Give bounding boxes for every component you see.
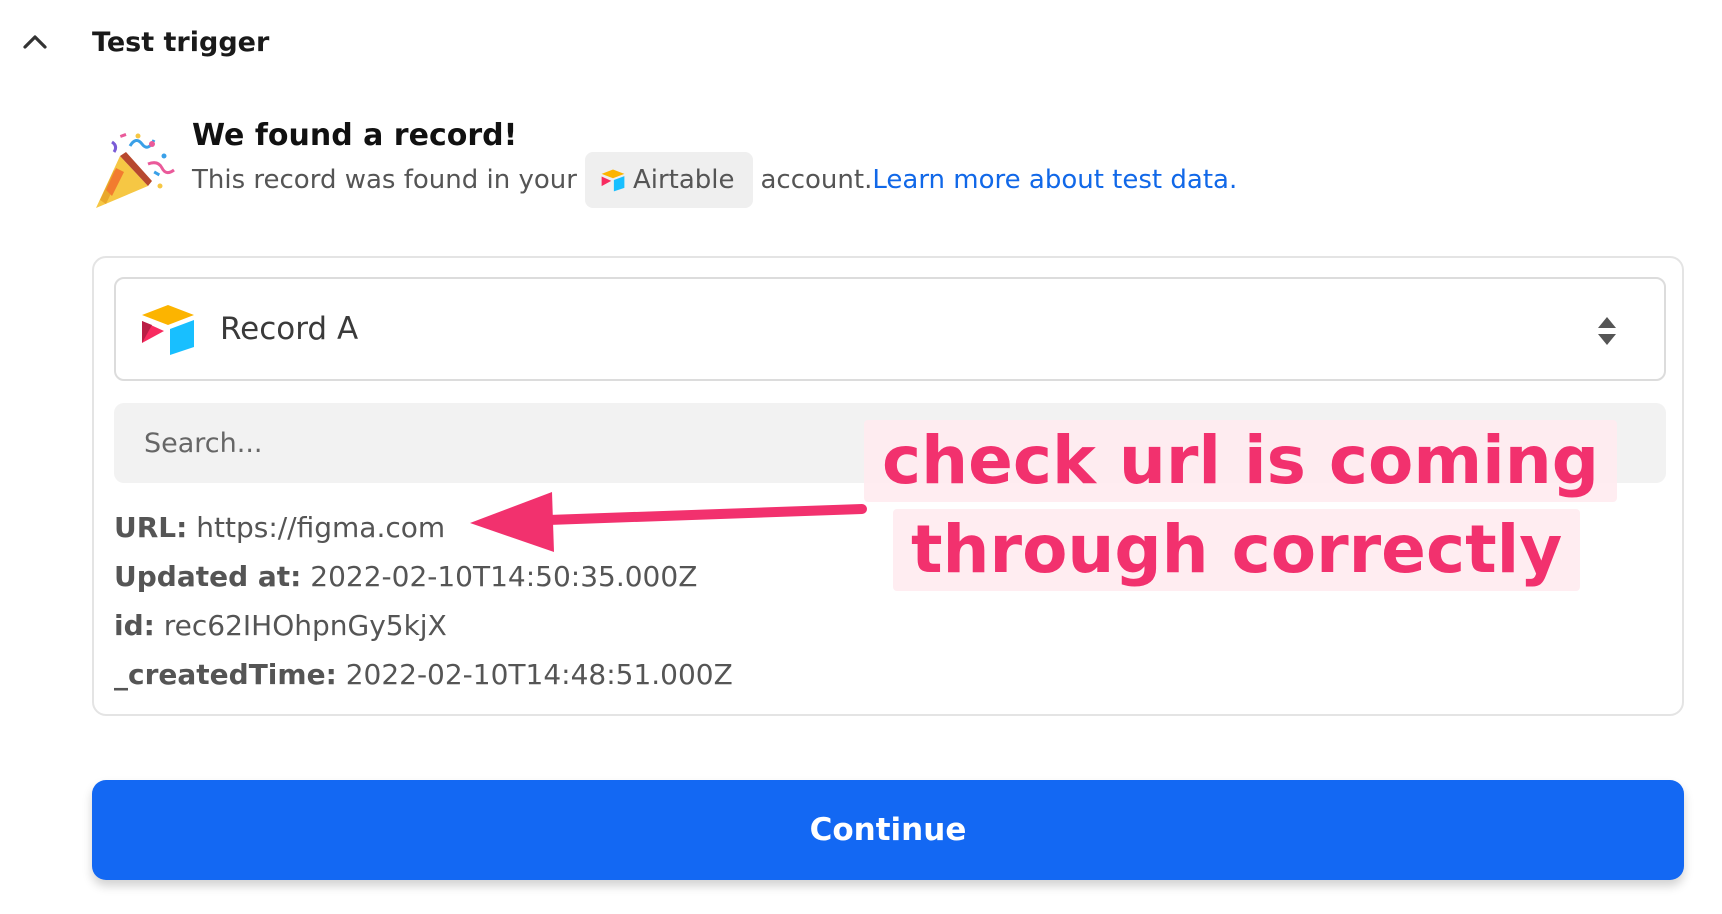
field-value: 2022-02-10T14:50:35.000Z bbox=[310, 560, 698, 593]
select-updown-icon bbox=[1598, 317, 1616, 345]
field-value: 2022-02-10T14:48:51.000Z bbox=[345, 658, 733, 691]
airtable-logo-icon bbox=[142, 305, 194, 355]
record-fields: URL: https://figma.com Updated at: 2022-… bbox=[114, 503, 733, 699]
result-description: This record was found in your Airtable a… bbox=[192, 152, 1237, 208]
field-key: Updated at: bbox=[114, 560, 302, 593]
field-row: Updated at: 2022-02-10T14:50:35.000Z bbox=[114, 552, 733, 601]
test-result-banner: We found a record! This record was found… bbox=[90, 118, 1690, 218]
result-title: We found a record! bbox=[192, 118, 518, 153]
field-row: URL: https://figma.com bbox=[114, 503, 733, 552]
app-chip-airtable: Airtable bbox=[584, 152, 753, 208]
annotation-text-line2: through correctly bbox=[893, 509, 1581, 591]
airtable-logo-icon bbox=[601, 169, 625, 192]
field-value: rec62IHOhpnGy5kjX bbox=[163, 609, 447, 642]
annotation-text-line1: check url is coming bbox=[864, 420, 1617, 502]
result-desc-text: This record was found in your bbox=[192, 165, 577, 195]
chevron-up-icon[interactable] bbox=[20, 27, 50, 57]
app-chip-label: Airtable bbox=[632, 165, 735, 195]
learn-more-link[interactable]: Learn more about test data. bbox=[872, 165, 1237, 195]
record-select-value: Record A bbox=[220, 311, 359, 347]
field-key: id: bbox=[114, 609, 155, 642]
field-key: URL: bbox=[114, 511, 188, 544]
field-row: id: rec62IHOhpnGy5kjX bbox=[114, 601, 733, 650]
continue-button[interactable]: Continue bbox=[92, 780, 1684, 880]
field-row: _createdTime: 2022-02-10T14:48:51.000Z bbox=[114, 650, 733, 699]
party-popper-icon bbox=[96, 133, 175, 208]
section-header-test-trigger[interactable]: Test trigger bbox=[20, 22, 269, 62]
result-desc-account: account. bbox=[760, 165, 873, 195]
section-title: Test trigger bbox=[92, 26, 270, 58]
field-value: https://figma.com bbox=[196, 511, 446, 544]
field-key: _createdTime: bbox=[114, 658, 337, 691]
record-select[interactable]: Record A bbox=[114, 277, 1666, 381]
